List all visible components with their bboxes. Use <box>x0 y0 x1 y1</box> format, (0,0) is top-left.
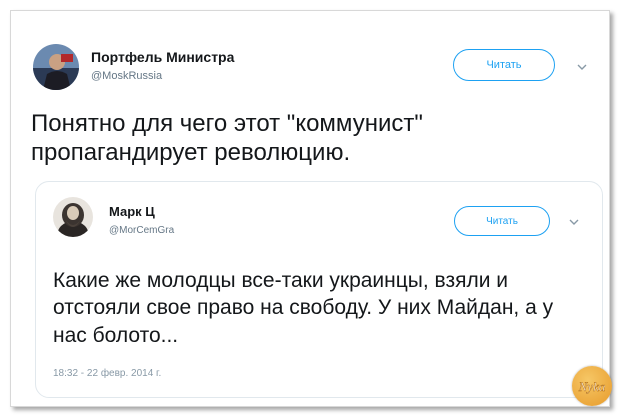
author-name[interactable]: Портфель Министра <box>91 49 234 65</box>
quoted-tweet-text: Какие же молодцы все-таки украинцы, взял… <box>53 269 554 347</box>
quoted-follow-button-label: Читать <box>486 215 518 227</box>
quoted-author-handle[interactable]: @MorCemGra <box>109 225 174 236</box>
quoted-follow-button[interactable]: Читать <box>454 206 550 236</box>
site-logo-watermark: Nyka <box>572 366 612 406</box>
tweet-text: Понятно для чего этот "коммунист" пропаг… <box>31 110 423 167</box>
follow-button-label: Читать <box>486 59 522 71</box>
chevron-down-icon[interactable] <box>576 59 588 70</box>
quoted-author-avatar[interactable] <box>53 197 93 237</box>
follow-button[interactable]: Читать <box>453 49 555 81</box>
tweet-timestamp[interactable]: 18:32 - 22 февр. 2014 г. <box>53 368 161 379</box>
quoted-tweet[interactable]: Марк Ц @MorCemGra Читать Какие же молодц… <box>35 181 603 398</box>
quoted-chevron-down-icon[interactable] <box>568 214 580 225</box>
author-handle[interactable]: @MoskRussia <box>91 70 162 82</box>
tweet-card: Портфель Министра @MoskRussia Читать Пон… <box>10 10 612 407</box>
quoted-author-name[interactable]: Марк Ц <box>109 204 155 219</box>
svg-text:Nyka: Nyka <box>578 379 606 394</box>
author-avatar[interactable] <box>33 44 79 90</box>
